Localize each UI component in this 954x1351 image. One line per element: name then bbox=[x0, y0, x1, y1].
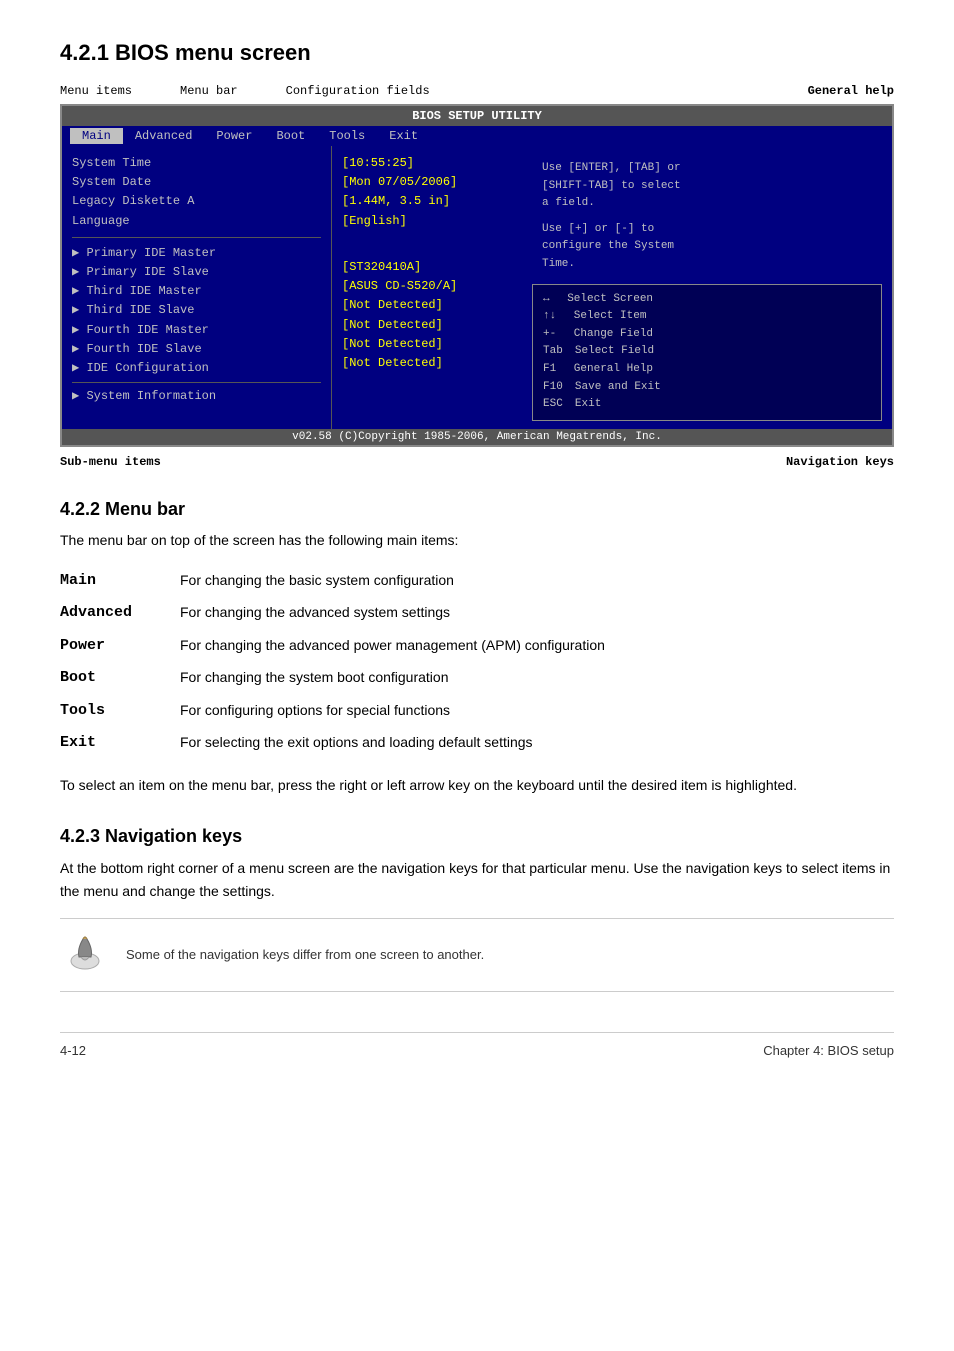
footer-chapter: Chapter 4: BIOS setup bbox=[763, 1043, 894, 1058]
bios-item-language: Language bbox=[72, 212, 321, 231]
note-text: Some of the navigation keys differ from … bbox=[126, 945, 484, 965]
bios-item-legacy-diskette: Legacy Diskette A bbox=[72, 192, 321, 211]
footer-page-number: 4-12 bbox=[60, 1043, 86, 1058]
bios-nav-keys: ↔ Select Screen ↑↓ Select Item +- Change… bbox=[532, 284, 882, 421]
menu-key-advanced: Advanced bbox=[60, 597, 180, 630]
table-row: Power For changing the advanced power ma… bbox=[60, 630, 894, 663]
menu-key-main: Main bbox=[60, 565, 180, 598]
bios-center-panel: [10:55:25] [Mon 07/05/2006] [1.44M, 3.5 … bbox=[332, 146, 522, 429]
menu-desc-main: For changing the basic system configurat… bbox=[180, 565, 894, 598]
bios-menu-main[interactable]: Main bbox=[70, 128, 123, 144]
bios-sub-third-slave: Third IDE Slave bbox=[72, 301, 321, 320]
label-navigation-keys: Navigation keys bbox=[786, 455, 894, 469]
bios-sub-primary-master: Primary IDE Master bbox=[72, 244, 321, 263]
note-icon bbox=[60, 929, 110, 981]
bios-value-primary-slave: [ASUS CD-S520/A] bbox=[342, 277, 512, 296]
bios-value-diskette: [1.44M, 3.5 in] bbox=[342, 192, 512, 211]
table-row: Tools For configuring options for specia… bbox=[60, 695, 894, 728]
bios-value-third-slave: [Not Detected] bbox=[342, 316, 512, 335]
bios-value-fourth-slave: [Not Detected] bbox=[342, 354, 512, 373]
bios-menu-boot[interactable]: Boot bbox=[264, 128, 317, 144]
bios-value-language: [English] bbox=[342, 212, 512, 231]
menu-desc-advanced: For changing the advanced system setting… bbox=[180, 597, 894, 630]
top-labels: Menu items Menu bar Configuration fields… bbox=[60, 84, 894, 98]
bios-value-primary-master: [ST320410A] bbox=[342, 258, 512, 277]
bios-help-text: Use [ENTER], [TAB] or [SHIFT-TAB] to sel… bbox=[532, 154, 882, 280]
label-config-fields: Configuration fields bbox=[286, 84, 430, 98]
bios-menubar: Main Advanced Power Boot Tools Exit bbox=[62, 126, 892, 146]
menu-desc-tools: For configuring options for special func… bbox=[180, 695, 894, 728]
section-422-intro: The menu bar on top of the screen has th… bbox=[60, 530, 894, 551]
menu-key-power: Power bbox=[60, 630, 180, 663]
bios-titlebar: BIOS SETUP UTILITY bbox=[62, 106, 892, 126]
bios-value-third-master: [Not Detected] bbox=[342, 296, 512, 315]
page-footer: 4-12 Chapter 4: BIOS setup bbox=[60, 1032, 894, 1058]
pencil-icon bbox=[63, 929, 107, 973]
table-row: Exit For selecting the exit options and … bbox=[60, 727, 894, 760]
menu-desc-exit: For selecting the exit options and loadi… bbox=[180, 727, 894, 760]
bios-sub-fourth-master: Fourth IDE Master bbox=[72, 321, 321, 340]
section-422-heading: 4.2.2 Menu bar bbox=[60, 499, 894, 520]
bios-item-system-time: System Time bbox=[72, 154, 321, 173]
section-422: 4.2.2 Menu bar The menu bar on top of th… bbox=[60, 499, 894, 796]
bios-sub-primary-slave: Primary IDE Slave bbox=[72, 263, 321, 282]
label-menu-items: Menu items bbox=[60, 84, 132, 98]
bios-menu-power[interactable]: Power bbox=[204, 128, 264, 144]
bios-left-panel: System Time System Date Legacy Diskette … bbox=[62, 146, 332, 429]
section-422-outro: To select an item on the menu bar, press… bbox=[60, 774, 894, 796]
bios-footer: v02.58 (C)Copyright 1985-2006, American … bbox=[62, 429, 892, 445]
bios-sub-fourth-slave: Fourth IDE Slave bbox=[72, 340, 321, 359]
table-row: Advanced For changing the advanced syste… bbox=[60, 597, 894, 630]
label-menu-bar: Menu bar bbox=[180, 84, 238, 98]
label-general-help: General help bbox=[808, 84, 894, 98]
bios-value-space bbox=[342, 239, 512, 258]
bios-menu-exit[interactable]: Exit bbox=[377, 128, 430, 144]
bios-menu-advanced[interactable]: Advanced bbox=[123, 128, 205, 144]
bios-item-system-date: System Date bbox=[72, 173, 321, 192]
bottom-labels: Sub-menu items Navigation keys bbox=[60, 455, 894, 469]
bios-sub-ide-config: IDE Configuration bbox=[72, 359, 321, 378]
section-423-para1: At the bottom right corner of a menu scr… bbox=[60, 857, 894, 902]
bios-sub-third-master: Third IDE Master bbox=[72, 282, 321, 301]
menu-key-tools: Tools bbox=[60, 695, 180, 728]
bios-menu-tools[interactable]: Tools bbox=[317, 128, 377, 144]
bios-diagram: Menu items Menu bar Configuration fields… bbox=[60, 84, 894, 469]
section-421: 4.2.1 BIOS menu screen Menu items Menu b… bbox=[60, 40, 894, 469]
bios-body: System Time System Date Legacy Diskette … bbox=[62, 146, 892, 429]
menu-desc-boot: For changing the system boot configurati… bbox=[180, 662, 894, 695]
left-labels: Menu items Menu bar Configuration fields bbox=[60, 84, 430, 98]
table-row: Main For changing the basic system confi… bbox=[60, 565, 894, 598]
section-421-heading: 4.2.1 BIOS menu screen bbox=[60, 40, 894, 66]
menu-desc-power: For changing the advanced power manageme… bbox=[180, 630, 894, 663]
section-423: 4.2.3 Navigation keys At the bottom righ… bbox=[60, 826, 894, 992]
bios-system-info: System Information bbox=[72, 387, 321, 406]
bios-static-items: System Time System Date Legacy Diskette … bbox=[72, 154, 321, 238]
bios-value-fourth-master: [Not Detected] bbox=[342, 335, 512, 354]
bios-value-date: [Mon 07/05/2006] bbox=[342, 173, 512, 192]
menu-key-boot: Boot bbox=[60, 662, 180, 695]
note-box: Some of the navigation keys differ from … bbox=[60, 918, 894, 992]
bios-value-time: [10:55:25] bbox=[342, 154, 512, 173]
bios-separator bbox=[72, 382, 321, 383]
bios-right-panel: Use [ENTER], [TAB] or [SHIFT-TAB] to sel… bbox=[522, 146, 892, 429]
section-423-heading: 4.2.3 Navigation keys bbox=[60, 826, 894, 847]
menu-key-exit: Exit bbox=[60, 727, 180, 760]
table-row: Boot For changing the system boot config… bbox=[60, 662, 894, 695]
label-sub-menu-items: Sub-menu items bbox=[60, 455, 161, 469]
bios-screen: BIOS SETUP UTILITY Main Advanced Power B… bbox=[60, 104, 894, 447]
menu-bar-table: Main For changing the basic system confi… bbox=[60, 565, 894, 760]
bios-sub-items: Primary IDE Master Primary IDE Slave Thi… bbox=[72, 244, 321, 378]
